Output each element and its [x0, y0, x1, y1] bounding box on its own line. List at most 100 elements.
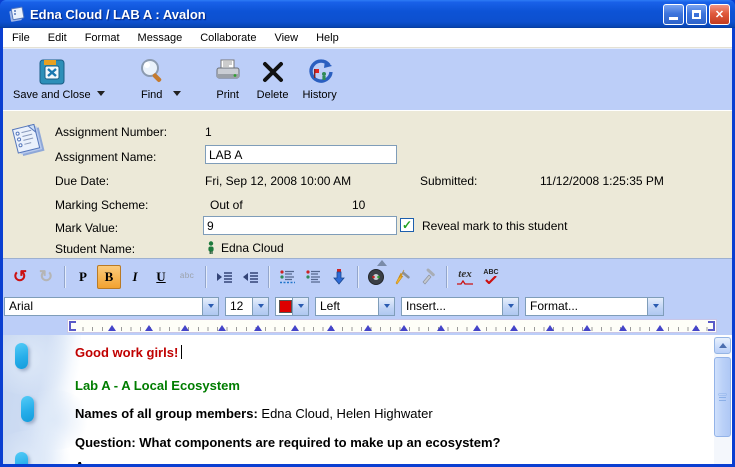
font-color-select[interactable]: [275, 297, 309, 316]
reveal-mark-checkbox[interactable]: ✓: [400, 218, 414, 232]
text-caret: [181, 345, 182, 359]
paragraph-spacing-button[interactable]: [275, 265, 299, 289]
font-color-swatch: [279, 300, 292, 313]
indent-increase-icon: [216, 270, 233, 284]
find-dropdown-arrow-icon[interactable]: [173, 91, 181, 96]
find-button[interactable]: Find: [133, 53, 171, 103]
due-date-value: Fri, Sep 12, 2008 10:00 AM: [205, 174, 351, 188]
delete-x-icon: [259, 55, 287, 89]
ruler-tab-marker-icon[interactable]: [181, 325, 189, 331]
down-arrow-icon: [332, 268, 346, 285]
save-dropdown-arrow-icon[interactable]: [97, 91, 105, 96]
format-painter-icon: [393, 268, 411, 286]
indent-increase-button[interactable]: [212, 265, 236, 289]
font-size-select[interactable]: 12: [225, 297, 269, 316]
ruler-tab-marker-icon[interactable]: [656, 325, 664, 331]
format-dropdown-icon[interactable]: [647, 298, 663, 315]
printer-icon: [213, 55, 243, 89]
ruler-tab-marker-icon[interactable]: [510, 325, 518, 331]
bold-button[interactable]: B: [97, 265, 121, 289]
history-button[interactable]: History: [298, 53, 340, 103]
signature-button[interactable]: tex: [453, 265, 477, 289]
menu-format[interactable]: Format: [76, 32, 129, 44]
marking-scheme-outof-value: 10: [352, 198, 365, 212]
font-family-dropdown-icon[interactable]: [202, 298, 218, 315]
format-value: Format...: [526, 299, 647, 313]
fixed-font-button[interactable]: abc: [175, 265, 199, 289]
font-controls-row: Arial 12 Left Insert... Format...: [3, 294, 732, 318]
group-members-value: Edna Cloud, Helen Highwater: [258, 406, 433, 421]
format-toolbar: ↺ ↻ P B I U abc: [3, 258, 732, 294]
student-person-icon: [207, 241, 215, 254]
ruler-tab-marker-icon[interactable]: [145, 325, 153, 331]
ruler-tab-marker-icon[interactable]: [291, 325, 299, 331]
underline-button[interactable]: U: [149, 265, 173, 289]
alignment-dropdown-icon[interactable]: [378, 298, 394, 315]
title-bar[interactable]: Edna Cloud / LAB A : Avalon ✕: [0, 0, 735, 28]
spellcheck-button[interactable]: ABC: [479, 265, 503, 289]
ruler-tab-marker-icon[interactable]: [546, 325, 554, 331]
menu-message[interactable]: Message: [129, 32, 192, 44]
format-select[interactable]: Format...: [525, 297, 664, 316]
minimize-button[interactable]: [663, 4, 684, 25]
format-painter-button[interactable]: [390, 265, 414, 289]
paragraph-spacing-icon: [279, 269, 296, 284]
student-name-row: Edna Cloud: [207, 241, 284, 255]
ruler-tab-marker-icon[interactable]: [364, 325, 372, 331]
ruler-tab-marker-icon[interactable]: [327, 325, 335, 331]
alignment-select[interactable]: Left: [315, 297, 395, 316]
font-color-dropdown-icon[interactable]: [292, 298, 308, 315]
insert-value: Insert...: [402, 299, 502, 313]
italic-button[interactable]: I: [123, 265, 147, 289]
mark-value-input[interactable]: [203, 216, 397, 235]
save-and-close-button[interactable]: Save and Close: [9, 53, 95, 103]
indent-decrease-button[interactable]: [238, 265, 262, 289]
assignment-notepad-icon: [11, 118, 47, 158]
undo-button[interactable]: ↺: [8, 265, 32, 289]
stationery-capsule-icon: [15, 452, 28, 464]
vertical-scrollbar[interactable]: [714, 337, 731, 464]
ruler-tab-marker-icon[interactable]: [473, 325, 481, 331]
assignment-number-value: 1: [205, 125, 212, 139]
document-body[interactable]: Good work girls! Lab A - A Local Ecosyst…: [3, 335, 732, 464]
menu-edit[interactable]: Edit: [39, 32, 76, 44]
menu-view[interactable]: View: [265, 32, 307, 44]
ruler-tab-marker-icon[interactable]: [400, 325, 408, 331]
scroll-thumb[interactable]: [714, 357, 731, 437]
main-toolbar: Save and Close Find: [3, 48, 732, 110]
insert-select[interactable]: Insert...: [401, 297, 519, 316]
font-size-value: 12: [226, 299, 252, 313]
ruler-tab-marker-icon[interactable]: [108, 325, 116, 331]
close-button[interactable]: ✕: [709, 4, 730, 25]
redo-button[interactable]: ↻: [34, 265, 58, 289]
ruler-tab-marker-icon[interactable]: [437, 325, 445, 331]
print-button[interactable]: Print: [209, 53, 247, 103]
eyedropper-button[interactable]: [416, 265, 440, 289]
menu-collaborate[interactable]: Collaborate: [191, 32, 265, 44]
maximize-button[interactable]: [686, 4, 707, 25]
menu-file[interactable]: File: [3, 32, 39, 44]
ruler-tab-marker-icon[interactable]: [254, 325, 262, 331]
plain-style-button[interactable]: P: [71, 265, 95, 289]
hyperlink-globe-button[interactable]: [364, 265, 388, 289]
ruler-ticks: [74, 327, 710, 331]
line-spacing-button[interactable]: [301, 265, 325, 289]
splitter-grip-icon[interactable]: [377, 260, 387, 266]
ruler-tab-marker-icon[interactable]: [583, 325, 591, 331]
answer-label: Answer:: [75, 459, 126, 464]
ruler-tab-marker-icon[interactable]: [619, 325, 627, 331]
insert-below-button[interactable]: [327, 265, 351, 289]
font-family-select[interactable]: Arial: [4, 297, 219, 316]
eyedropper-icon: [419, 268, 437, 286]
question-line: Question: What components are required t…: [75, 435, 500, 450]
ruler[interactable]: [67, 319, 717, 333]
menu-help[interactable]: Help: [307, 32, 348, 44]
ruler-tab-marker-icon[interactable]: [218, 325, 226, 331]
print-label: Print: [216, 89, 239, 101]
font-size-dropdown-icon[interactable]: [252, 298, 268, 315]
ruler-tab-marker-icon[interactable]: [692, 325, 700, 331]
scroll-up-button[interactable]: [714, 337, 731, 354]
assignment-name-input[interactable]: [205, 145, 397, 164]
delete-button[interactable]: Delete: [253, 53, 293, 103]
insert-dropdown-icon[interactable]: [502, 298, 518, 315]
